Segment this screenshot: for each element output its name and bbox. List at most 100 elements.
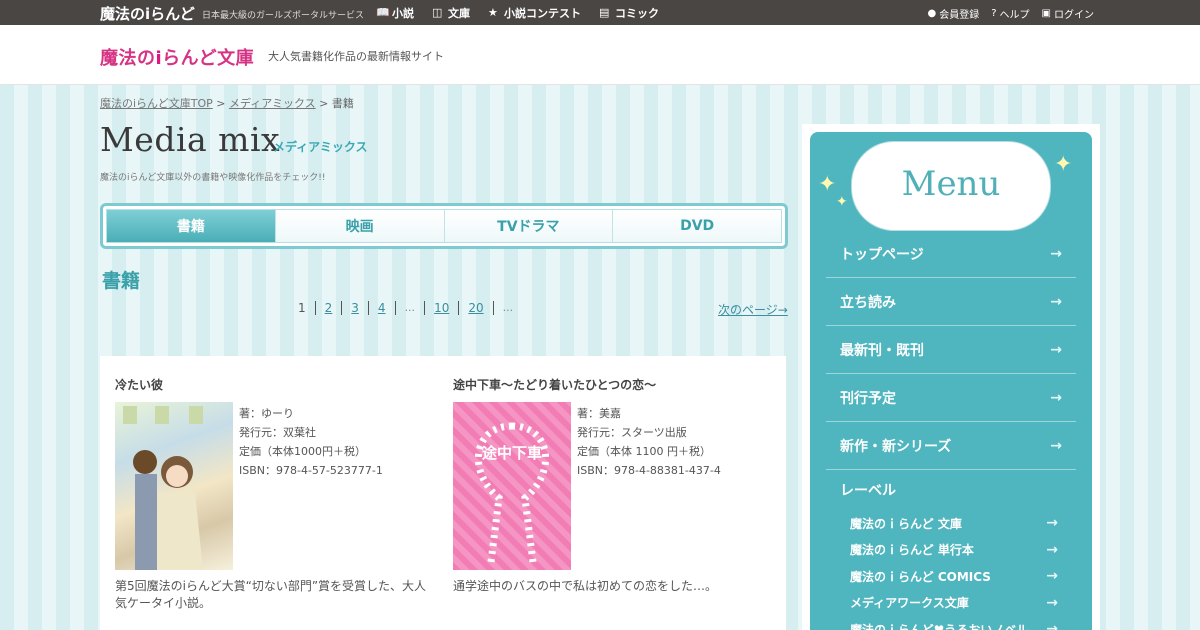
- books-icon: ◫: [432, 6, 443, 19]
- sidebar-label-mediaworks[interactable]: メディアワークス文庫 →: [826, 590, 1076, 617]
- page-link[interactable]: 2: [316, 301, 343, 315]
- bunko-logo[interactable]: 魔法のiらんど文庫: [100, 44, 254, 70]
- book-title[interactable]: 冷たい彼: [115, 376, 435, 393]
- top-nav-bunko[interactable]: ◫ 文庫: [432, 5, 470, 21]
- book-price: 定価（本体1000円＋税）: [239, 445, 366, 458]
- login-link[interactable]: ▣ ログイン: [1042, 6, 1094, 21]
- page-current: 1: [298, 301, 316, 315]
- top-bar: 魔法のiらんど 日本最大級のガールズポータルサービス 📖 小説 ◫ 文庫 ★ 小…: [0, 0, 1200, 25]
- cover-illustration: 途中下車: [474, 422, 550, 563]
- page-ellipsis: ...: [502, 301, 514, 314]
- category-tabs: 書籍 映画 TVドラマ DVD: [106, 209, 782, 243]
- book-list-card: 冷たい彼 著：ゆーり 発行元：双葉社 定価（本体1000円＋税） ISBN：97…: [100, 356, 786, 630]
- sidebar-nav-list: トップページ → 立ち読み → 最新刊・既刊 → 刊行予定 → 新作・新シリーズ…: [826, 230, 1076, 630]
- sidebar-item-label: 新作・新シリーズ: [840, 438, 952, 455]
- page-link[interactable]: 4: [369, 301, 396, 315]
- breadcrumb-link-top[interactable]: 魔法のiらんど文庫TOP: [100, 97, 213, 110]
- sidebar-label-comics[interactable]: 魔法のｉらんど COMICS →: [826, 563, 1076, 590]
- sidebar-label-heading: レーベル: [840, 483, 896, 499]
- sidebar-label-bunko[interactable]: 魔法のｉらんど 文庫 →: [826, 510, 1076, 537]
- book-description: 第5回魔法のiらんど大賞“切ない部門”賞を受賞した、大人気ケータイ小説。: [115, 579, 427, 610]
- arrow-right-icon: →: [1046, 541, 1058, 558]
- sidebar-item-label: 最新刊・既刊: [840, 342, 924, 359]
- sidebar-item-latest[interactable]: 最新刊・既刊 →: [826, 326, 1076, 374]
- sidebar-menu: ✦ ✦ ✦ Menu トップページ → 立ち読み → 最新刊・既刊 → 刊行予定…: [802, 124, 1100, 630]
- breadcrumb-link-mediamix[interactable]: メディアミックス: [229, 97, 316, 110]
- brand-text-post: らんど: [150, 5, 195, 23]
- top-nav-label: 文庫: [448, 7, 470, 20]
- book-cover-image[interactable]: 途中下車: [453, 402, 571, 570]
- sidebar-item-preview[interactable]: 立ち読み →: [826, 278, 1076, 326]
- sidebar-item-label: 刊行予定: [840, 390, 896, 407]
- top-nav-label: 小説: [392, 7, 414, 20]
- tab-books[interactable]: 書籍: [107, 210, 276, 242]
- register-link[interactable]: ● 会員登録: [928, 6, 980, 21]
- book-item: 途中下車～たどり着いたひとつの恋～ 途中下車 著：美嘉 発行元：スターツ出版 定…: [453, 376, 773, 593]
- arrow-right-icon: →: [1046, 594, 1058, 611]
- sparkle-icon: ✦: [1054, 152, 1073, 177]
- sidebar-item-schedule[interactable]: 刊行予定 →: [826, 374, 1076, 422]
- top-nav-contest[interactable]: ★ 小説コンテスト: [488, 5, 581, 21]
- book-open-icon: 📖: [376, 6, 390, 19]
- top-nav: 📖 小説 ◫ 文庫 ★ 小説コンテスト ▤ コミック: [376, 5, 659, 21]
- account-links: ● 会員登録 ? ヘルプ ▣ ログイン: [928, 6, 1095, 21]
- sidebar-label-text: 魔法のｉらんど♥うるおいノベル: [850, 622, 1029, 630]
- trophy-icon: ★: [488, 6, 498, 19]
- arrow-right-icon: →: [1050, 437, 1062, 454]
- sidebar-label-text: 魔法のｉらんど 文庫: [850, 516, 962, 531]
- book-author: 著：美嘉: [577, 407, 621, 420]
- sidebar-label-text: 魔法のｉらんど COMICS: [850, 569, 991, 584]
- arrow-right-icon: →: [1046, 568, 1058, 585]
- book-isbn: ISBN：978-4-57-523777-1: [239, 464, 383, 477]
- top-nav-novel[interactable]: 📖 小説: [376, 5, 414, 21]
- tab-movies[interactable]: 映画: [275, 210, 445, 242]
- arrow-right-icon: →: [1050, 341, 1062, 358]
- book-price: 定価（本体 1100 円＋税）: [577, 445, 711, 458]
- book-isbn: ISBN：978-4-88381-437-4: [577, 464, 721, 477]
- site-header: 魔法のiらんど文庫 大人気書籍化作品の最新情報サイト: [0, 25, 1200, 85]
- page-link[interactable]: 10: [425, 301, 460, 315]
- page-link[interactable]: 20: [459, 301, 494, 315]
- sidebar-item-label: トップページ: [840, 246, 924, 263]
- pagination: 1 2 3 4 ... 10 20 ...: [298, 301, 522, 315]
- book-description: 通学途中のバスの中で私は初めての恋をした…。: [453, 579, 718, 593]
- book-cover-image[interactable]: [115, 402, 233, 570]
- cover-illustration: [123, 406, 203, 570]
- sidebar-label-uruoi[interactable]: 魔法のｉらんど♥うるおいノベル →: [826, 616, 1076, 630]
- brand-text-pre: 魔法の: [100, 5, 146, 23]
- sidebar-label-tankobon[interactable]: 魔法のｉらんど 単行本 →: [826, 537, 1076, 564]
- tab-tv-drama[interactable]: TVドラマ: [444, 210, 614, 242]
- category-tabs-frame: 書籍 映画 TVドラマ DVD: [100, 203, 788, 249]
- sidebar-label-text: 魔法のｉらんど 単行本: [850, 543, 974, 558]
- page-title-ja: メディアミックス: [273, 140, 368, 154]
- lock-icon: ▣: [1041, 8, 1051, 19]
- brand-tagline: 日本最大級のガールズポータルサービス: [202, 11, 365, 21]
- book-publisher: 発行元：双葉社: [239, 426, 316, 439]
- sidebar-item-label: 立ち読み: [840, 294, 896, 311]
- sidebar-item-new-series[interactable]: 新作・新シリーズ →: [826, 422, 1076, 470]
- section-title: 書籍: [102, 270, 141, 292]
- book-title[interactable]: 途中下車～たどり着いたひとつの恋～: [453, 376, 773, 393]
- top-nav-comic[interactable]: ▤ コミック: [599, 5, 659, 21]
- account-label: ヘルプ: [999, 10, 1030, 21]
- site-brand-logo[interactable]: 魔法のiらんど: [100, 3, 195, 24]
- menu-title-cloud: Menu: [856, 146, 1046, 226]
- account-label: ログイン: [1054, 10, 1094, 21]
- page-link[interactable]: 3: [342, 301, 369, 315]
- menu-title: Menu: [901, 164, 1001, 204]
- book-author: 著：ゆーり: [239, 407, 294, 420]
- comic-icon: ▤: [599, 6, 610, 19]
- breadcrumb-sep: >: [319, 97, 329, 110]
- book-meta: 著：ゆーり 発行元：双葉社 定価（本体1000円＋税） ISBN：978-4-5…: [239, 404, 383, 480]
- next-page-link[interactable]: 次のページ→: [718, 301, 788, 318]
- tab-dvd[interactable]: DVD: [613, 210, 781, 242]
- book-meta: 著：美嘉 発行元：スターツ出版 定価（本体 1100 円＋税） ISBN：978…: [577, 404, 721, 480]
- page-description: 魔法のiらんど文庫以外の書籍や映像化作品をチェック!!: [100, 173, 326, 183]
- top-nav-label: コミック: [615, 7, 659, 20]
- sidebar-item-top[interactable]: トップページ →: [826, 230, 1076, 278]
- help-link[interactable]: ? ヘルプ: [991, 6, 1029, 21]
- page-title: Media mix: [100, 120, 281, 159]
- cover-title-text: 途中下車: [482, 444, 542, 462]
- page-ellipsis: ...: [396, 301, 426, 315]
- sidebar-label-text: メディアワークス文庫: [850, 596, 969, 611]
